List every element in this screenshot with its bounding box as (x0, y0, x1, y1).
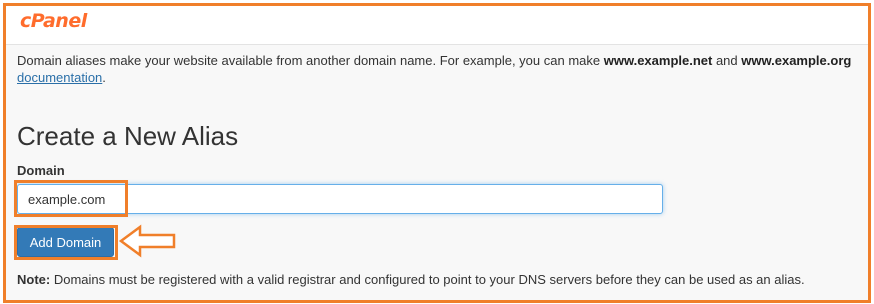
main-content: Domain aliases make your website availab… (6, 44, 868, 300)
intro-paragraph: Domain aliases make your website availab… (17, 52, 868, 86)
intro-text-and: and (712, 53, 742, 68)
domain-field-label: Domain (17, 163, 65, 178)
header: cPanel (6, 6, 868, 42)
example-domain-net: www.example.net (603, 53, 713, 68)
note-body: Domains must be registered with a valid … (50, 272, 805, 287)
cpanel-logo[interactable]: cPanel (20, 10, 87, 32)
intro-text: Domain aliases make your website availab… (17, 53, 604, 68)
page-title: Create a New Alias (17, 121, 239, 151)
screenshot-frame: cPanel Domain aliases make your website … (3, 3, 871, 303)
add-domain-button[interactable]: Add Domain (17, 227, 114, 257)
domain-input[interactable] (17, 184, 663, 214)
documentation-link[interactable]: documentation (17, 70, 102, 85)
note-label: Note: (17, 272, 51, 287)
left-arrow-icon (118, 224, 176, 258)
note-text: Note: Domains must be registered with a … (17, 272, 805, 287)
example-domain-org: www.example.org (741, 53, 852, 68)
intro-period: . (102, 70, 106, 85)
